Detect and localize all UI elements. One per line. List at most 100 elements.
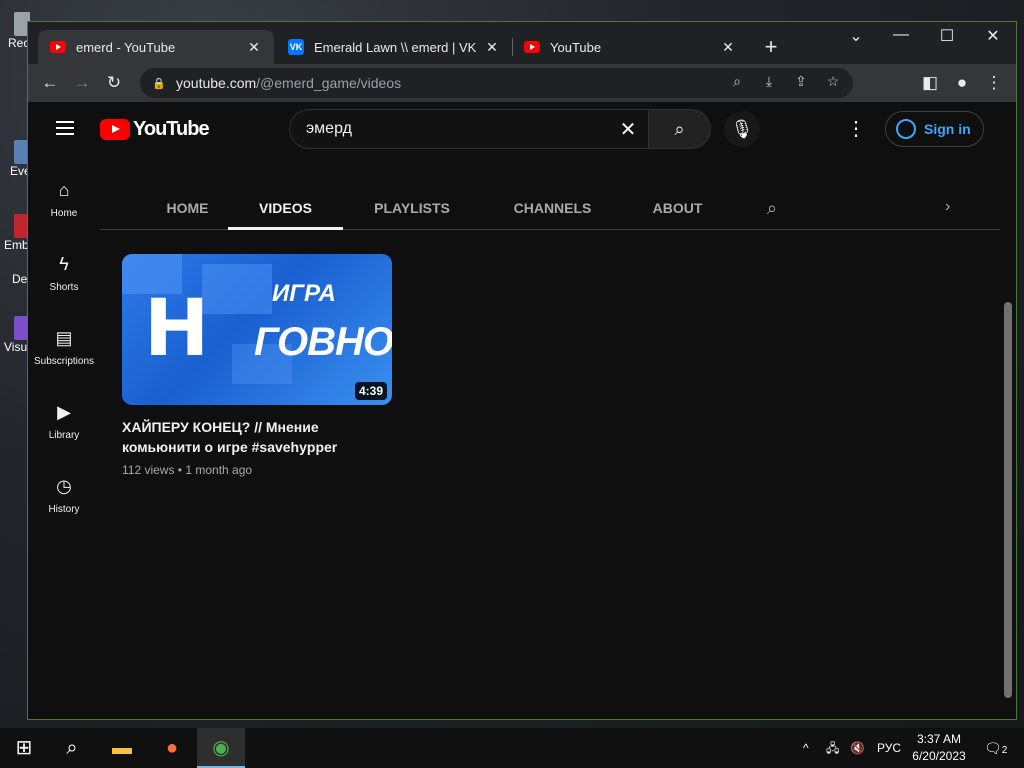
profile-icon[interactable]: ● — [950, 71, 974, 95]
tab-vk[interactable]: VK Emerald Lawn \\ emerd | VK ✕ — [276, 30, 512, 64]
thumbnail-text-1: ИГРА — [272, 280, 336, 307]
tab-close-icon[interactable]: ✕ — [720, 39, 736, 56]
youtube-logo[interactable]: YouTube — [100, 118, 210, 141]
tab-title: Emerald Lawn \\ emerd | VK — [314, 39, 477, 55]
yt-masthead: YouTube эмерд ✕ ⌕ 🎙 ⋮ Sign in — [28, 102, 1016, 156]
tab-title: emerd - YouTube — [76, 39, 176, 55]
logo-text: YouTube — [133, 118, 210, 140]
desktop-icon-label: Visu — [4, 340, 28, 354]
address-bar[interactable]: 🔒 youtube.com/@emerd_game/videos ⌕ ⤓ ⇪ ☆ — [140, 68, 853, 98]
video-card[interactable]: H ИГРА ГОВНО? 4:39 ХАЙПЕРУ КОНЕЦ? // Мне… — [122, 254, 392, 477]
guide-item-history[interactable]: ◷ History — [28, 474, 100, 515]
sign-in-label: Sign in — [924, 121, 971, 137]
tab-home[interactable]: HOME — [140, 188, 235, 230]
guide-label: History — [48, 504, 80, 515]
bookmark-star-icon[interactable]: ☆ — [823, 73, 843, 90]
video-meta: 112 views • 1 month ago — [122, 463, 253, 477]
chevron-right-icon[interactable]: › — [945, 198, 950, 216]
zoom-search-icon[interactable]: ⌕ — [727, 73, 747, 90]
guide-label: Home — [50, 208, 78, 219]
new-tab-button[interactable]: + — [759, 34, 783, 60]
browser-window: emerd - YouTube ✕ VK Emerald Lawn \\ eme… — [27, 21, 1017, 720]
search-input[interactable]: эмерд ✕ — [289, 109, 648, 149]
channel-tabs: HOME VIDEOS PLAYLISTS CHANNELS ABOUT ⌕ › — [100, 188, 1000, 230]
desktop-icon-3[interactable]: Emb — [0, 214, 30, 252]
desktop-icon-5[interactable]: Visu — [0, 316, 30, 354]
desktop-icon-2[interactable]: Eve — [0, 140, 30, 178]
thumbnail-block — [202, 264, 272, 314]
video-thumbnail[interactable]: H ИГРА ГОВНО? 4:39 — [122, 254, 392, 405]
voice-search-mic-icon[interactable]: 🎙 — [724, 111, 760, 147]
clock-date: 6/20/2023 — [912, 749, 966, 763]
tab-channels[interactable]: CHANNELS — [500, 188, 605, 230]
url-path: /@emerd_game/videos — [256, 75, 402, 91]
guide-label: Library — [48, 430, 80, 441]
video-duration: 4:39 — [354, 382, 387, 400]
network-icon[interactable]: 🖧 — [826, 728, 839, 768]
menu-hamburger-icon[interactable] — [56, 121, 74, 135]
file-explorer-icon[interactable]: ▬ — [98, 728, 146, 768]
tab-search-chevron-icon[interactable]: ⌄ — [836, 26, 876, 46]
home-icon: ⌂ — [58, 180, 70, 200]
guide-label: Shorts — [49, 282, 79, 293]
clock[interactable]: 3:37 AM 6/20/2023 — [905, 731, 973, 765]
tab-about[interactable]: ABOUT — [640, 188, 715, 230]
desktop-icon-label: Eve — [10, 164, 30, 178]
desktop-icon-recycle-bin[interactable]: Rec — [0, 12, 30, 50]
notifications-icon[interactable]: 🗨2 — [984, 728, 1007, 768]
volume-muted-icon[interactable]: 🔇 — [850, 728, 865, 768]
minimize-button[interactable]: — — [881, 26, 921, 44]
youtube-icon — [524, 41, 540, 53]
clock-time: 3:37 AM — [916, 732, 962, 746]
windows-taskbar: ⊞ ⌕ ▬ ● ◉ ^ 🖧 🔇 РУС 3:37 AM 6/20/2023 🗨2 — [0, 728, 1024, 768]
library-icon: ▶ — [57, 402, 71, 422]
tab-title: YouTube — [550, 39, 602, 55]
language-indicator[interactable]: РУС — [877, 728, 901, 768]
firefox-icon[interactable]: ● — [148, 728, 196, 768]
search-button[interactable]: ⌕ — [648, 109, 711, 149]
install-icon[interactable]: ⤓ — [759, 73, 779, 90]
reload-button[interactable]: ↻ — [102, 71, 126, 95]
forward-button[interactable]: → — [70, 71, 94, 95]
thumbnail-letter: H — [144, 284, 210, 374]
tab-youtube[interactable]: YouTube ✕ — [512, 30, 748, 64]
side-panel-icon[interactable]: ◧ — [918, 71, 942, 95]
youtube-icon — [50, 41, 66, 53]
desktop-icon-label: De — [12, 272, 28, 286]
page-scrollbar[interactable] — [1004, 302, 1012, 698]
channel-search-icon[interactable]: ⌕ — [767, 198, 777, 219]
tab-playlists[interactable]: PLAYLISTS — [362, 188, 462, 230]
omnibox-actions: ⌕ ⤓ ⇪ ☆ — [727, 73, 843, 90]
youtube-play-icon — [100, 119, 130, 140]
back-button[interactable]: ← — [38, 71, 62, 95]
guide-item-subscriptions[interactable]: ▤ Subscriptions — [28, 326, 100, 367]
desktop-icon-4[interactable]: De — [0, 272, 30, 286]
close-window-button[interactable]: ✕ — [973, 26, 1013, 46]
lock-icon: 🔒 — [152, 77, 166, 90]
tab-close-icon[interactable]: ✕ — [484, 39, 500, 56]
settings-more-icon[interactable]: ⋮ — [846, 116, 866, 141]
tab-videos[interactable]: VIDEOS — [228, 188, 343, 230]
search-value: эмерд — [306, 120, 352, 137]
guide-item-library[interactable]: ▶ Library — [28, 400, 100, 441]
tray-chevron-up-icon[interactable]: ^ — [803, 728, 809, 768]
chrome-icon[interactable]: ◉ — [197, 728, 245, 768]
tab-close-icon[interactable]: ✕ — [246, 39, 262, 56]
shorts-icon: ϟ — [59, 254, 69, 274]
tab-emerd-youtube[interactable]: emerd - YouTube ✕ — [38, 30, 274, 64]
browser-menu-icon[interactable]: ⋮ — [982, 71, 1006, 95]
browser-toolbar: ← → ↻ 🔒 youtube.com/@emerd_game/videos ⌕… — [28, 64, 1016, 102]
guide-item-home[interactable]: ⌂ Home — [28, 178, 100, 219]
sign-in-button[interactable]: Sign in — [885, 111, 984, 147]
start-windows-icon[interactable]: ⊞ — [0, 728, 48, 768]
clear-search-icon[interactable]: ✕ — [614, 116, 642, 144]
vk-icon: VK — [288, 39, 304, 55]
video-title[interactable]: ХАЙПЕРУ КОНЕЦ? // Мнение комьюнити о игр… — [122, 417, 392, 457]
tab-strip: emerd - YouTube ✕ VK Emerald Lawn \\ eme… — [28, 22, 1016, 64]
share-icon[interactable]: ⇪ — [791, 73, 811, 90]
guide-item-shorts[interactable]: ϟ Shorts — [28, 252, 100, 293]
subscriptions-icon: ▤ — [55, 328, 73, 348]
search-icon: ⌕ — [674, 119, 685, 139]
maximize-button[interactable]: ☐ — [927, 26, 967, 46]
taskbar-search-icon[interactable]: ⌕ — [48, 728, 96, 768]
